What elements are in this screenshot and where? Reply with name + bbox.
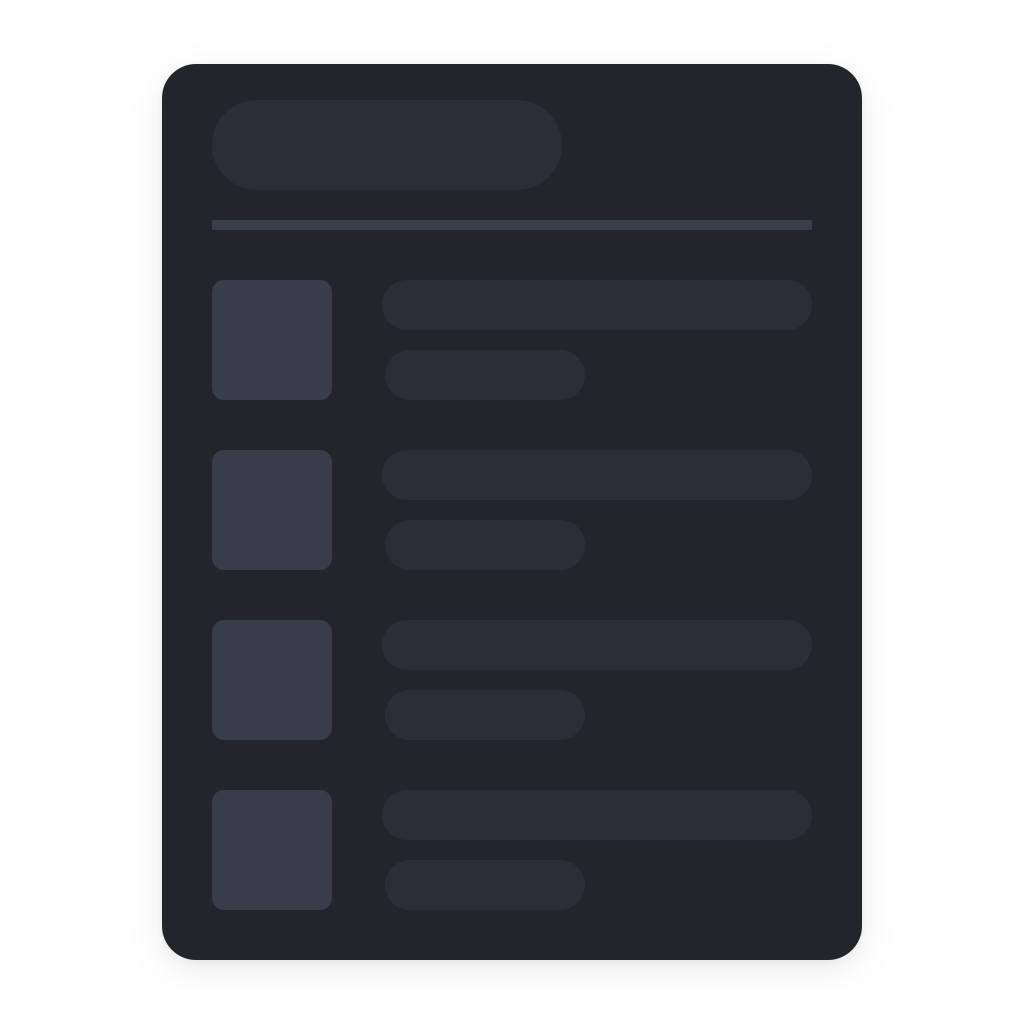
skeleton-loading-card bbox=[162, 64, 862, 960]
thumbnail-placeholder bbox=[212, 280, 332, 400]
secondary-text-placeholder bbox=[385, 350, 585, 400]
list-item bbox=[212, 790, 812, 910]
title-placeholder bbox=[212, 100, 562, 190]
secondary-text-placeholder bbox=[385, 860, 585, 910]
thumbnail-placeholder bbox=[212, 450, 332, 570]
thumbnail-placeholder bbox=[212, 620, 332, 740]
primary-text-placeholder bbox=[382, 620, 812, 670]
secondary-text-placeholder bbox=[385, 520, 585, 570]
list-item bbox=[212, 450, 812, 570]
primary-text-placeholder bbox=[382, 450, 812, 500]
primary-text-placeholder bbox=[382, 280, 812, 330]
primary-text-placeholder bbox=[382, 790, 812, 840]
page-stage bbox=[0, 0, 1024, 1024]
header-divider bbox=[212, 220, 812, 230]
list-item bbox=[212, 620, 812, 740]
skeleton-list bbox=[212, 280, 812, 960]
list-item bbox=[212, 280, 812, 400]
thumbnail-placeholder bbox=[212, 790, 332, 910]
secondary-text-placeholder bbox=[385, 690, 585, 740]
